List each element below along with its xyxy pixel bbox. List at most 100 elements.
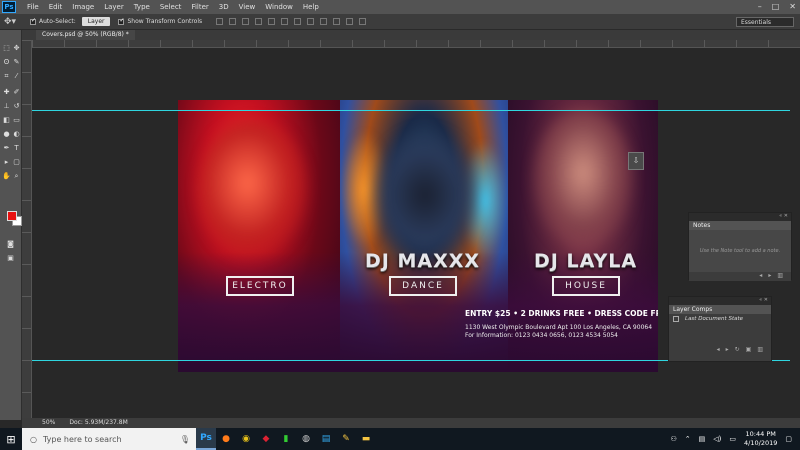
- start-button[interactable]: ⊞: [0, 428, 22, 450]
- firefox-icon[interactable]: ●: [216, 428, 236, 450]
- layer-comp-item[interactable]: Last Document State: [669, 314, 771, 324]
- file-explorer-icon[interactable]: ▬: [356, 428, 376, 450]
- dodge-tool-icon[interactable]: ◐: [12, 130, 21, 138]
- distribute-center-icon[interactable]: [346, 18, 354, 25]
- delete-note-icon[interactable]: ▥: [777, 272, 783, 281]
- notes-panel: « ✕ Notes Use the Note tool to add a not…: [688, 212, 792, 281]
- menu-filter[interactable]: Filter: [186, 3, 213, 11]
- comp-next-icon[interactable]: ▸: [726, 346, 729, 355]
- network-icon[interactable]: ▤: [699, 435, 706, 443]
- marquee-tool-icon[interactable]: ⬚: [2, 44, 11, 52]
- distribute-middle-icon[interactable]: [307, 18, 315, 25]
- prev-note-icon[interactable]: ◂: [759, 272, 762, 281]
- notes-panel-header[interactable]: « ✕: [689, 213, 791, 221]
- shape-tool-icon[interactable]: ▢: [12, 158, 21, 166]
- screen-mode-icon[interactable]: ▣: [6, 254, 15, 262]
- menu-image[interactable]: Image: [67, 3, 99, 11]
- panel-collapsed-icon[interactable]: ⇩: [628, 152, 644, 170]
- crop-tool-icon[interactable]: ⌗: [2, 72, 11, 80]
- people-icon[interactable]: ⚇: [671, 435, 677, 443]
- clone-stamp-icon[interactable]: ⊥: [2, 102, 11, 110]
- distribute-right-icon[interactable]: [359, 18, 367, 25]
- menu-type[interactable]: Type: [129, 3, 155, 11]
- guide-line-top[interactable]: [32, 110, 790, 111]
- align-right-icon[interactable]: [281, 18, 289, 25]
- distribute-left-icon[interactable]: [333, 18, 341, 25]
- eyedropper-tool-icon[interactable]: ⁄: [12, 72, 21, 80]
- genre-electro: ELECTRO: [226, 276, 294, 296]
- layer-comps-header[interactable]: « ✕: [669, 297, 771, 305]
- chrome-icon[interactable]: ◉: [236, 428, 256, 450]
- zoom-tool-icon[interactable]: ⌕: [12, 172, 21, 180]
- poster-canvas[interactable]: DJ MAXXX DJ LAYLA ELECTRO DANCE HOUSE EN…: [178, 100, 658, 372]
- healing-brush-icon[interactable]: ✚: [2, 88, 11, 96]
- menu-select[interactable]: Select: [155, 3, 187, 11]
- history-brush-icon[interactable]: ↺: [12, 102, 21, 110]
- align-left-icon[interactable]: [255, 18, 263, 25]
- document-tab-bar: Covers.psd @ 50% (RGB/8) *: [22, 30, 800, 40]
- align-center-icon[interactable]: [268, 18, 276, 25]
- menu-3d[interactable]: 3D: [214, 3, 234, 11]
- comp-prev-icon[interactable]: ◂: [717, 346, 720, 355]
- minimize-button[interactable]: –: [758, 2, 762, 11]
- move-tool-icon[interactable]: ✥▾: [4, 17, 22, 27]
- comp-update-icon[interactable]: ↻: [735, 346, 740, 355]
- menu-window[interactable]: Window: [260, 3, 298, 11]
- workspace-switcher[interactable]: Essentials: [736, 17, 794, 27]
- windows-taskbar: ⊞ ○ Type here to search 🎙 Ps ● ◉ ◆ ▮ ◍ ▤…: [0, 428, 800, 450]
- controller-icon[interactable]: ◍: [296, 428, 316, 450]
- quick-mask-icon[interactable]: ◙: [6, 240, 15, 248]
- menu-view[interactable]: View: [234, 3, 261, 11]
- pen-tool-icon[interactable]: ✒: [2, 144, 11, 152]
- type-tool-icon[interactable]: T: [12, 144, 21, 152]
- auto-select-checkbox[interactable]: [30, 17, 36, 25]
- close-button[interactable]: ✕: [789, 2, 796, 11]
- microphone-icon[interactable]: 🎙: [180, 435, 190, 444]
- distribute-bottom-icon[interactable]: [320, 18, 328, 25]
- photoshop-taskbar-icon[interactable]: Ps: [196, 428, 216, 450]
- comp-new-icon[interactable]: ▣: [746, 346, 752, 355]
- eraser-tool-icon[interactable]: ◧: [2, 116, 11, 124]
- menu-help[interactable]: Help: [298, 3, 324, 11]
- distribute-top-icon[interactable]: [294, 18, 302, 25]
- horizontal-ruler[interactable]: [32, 40, 800, 48]
- chevron-up-icon[interactable]: ⌃: [685, 435, 691, 443]
- menu-file[interactable]: File: [22, 3, 44, 11]
- notes-panel-tab[interactable]: Notes: [689, 221, 791, 230]
- foreground-color-swatch[interactable]: [7, 211, 17, 221]
- align-top-icon[interactable]: [216, 18, 224, 25]
- menu-layer[interactable]: Layer: [99, 3, 129, 11]
- comp-delete-icon[interactable]: ▥: [757, 346, 763, 355]
- paint-icon[interactable]: ✎: [336, 428, 356, 450]
- store-icon[interactable]: ▤: [316, 428, 336, 450]
- doc-size[interactable]: Doc: 5.93M/237.8M: [69, 418, 127, 428]
- battery-icon[interactable]: ▭: [729, 435, 736, 443]
- quick-select-tool-icon[interactable]: ✎: [12, 58, 21, 66]
- transform-controls-checkbox[interactable]: [118, 17, 125, 25]
- lasso-tool-icon[interactable]: ʘ: [2, 58, 11, 66]
- align-bottom-icon[interactable]: [242, 18, 250, 25]
- maximize-button[interactable]: □: [772, 2, 780, 11]
- notifications-icon[interactable]: ▢: [785, 435, 792, 443]
- document-tab[interactable]: Covers.psd @ 50% (RGB/8) *: [36, 30, 135, 40]
- stats-icon[interactable]: ▮: [276, 428, 296, 450]
- gradient-tool-icon[interactable]: ▭: [12, 116, 21, 124]
- vertical-ruler[interactable]: [22, 40, 32, 418]
- path-select-icon[interactable]: ▸: [2, 158, 11, 166]
- brush-tool-icon[interactable]: ✐: [12, 88, 21, 96]
- auto-select-dropdown[interactable]: Layer: [81, 17, 111, 26]
- app-k-icon[interactable]: ◆: [256, 428, 276, 450]
- volume-icon[interactable]: ◁): [713, 435, 721, 443]
- align-middle-icon[interactable]: [229, 18, 237, 25]
- menu-edit[interactable]: Edit: [44, 3, 68, 11]
- layer-comps-tab[interactable]: Layer Comps: [669, 305, 771, 314]
- layer-comp-label: Last Document State: [685, 316, 744, 322]
- taskbar-search[interactable]: ○ Type here to search 🎙: [22, 428, 196, 450]
- next-note-icon[interactable]: ▸: [768, 272, 771, 281]
- hand-tool-icon[interactable]: ✋: [2, 172, 11, 180]
- zoom-level[interactable]: 50%: [42, 418, 55, 428]
- tools-panel: ⬚ ✥ ʘ ✎ ⌗ ⁄ ✚ ✐ ⊥ ↺ ◧ ▭ ● ◐ ✒ T ▸ ▢ ✋ ⌕ …: [0, 30, 22, 420]
- move-tool-icon[interactable]: ✥: [12, 44, 21, 52]
- clock[interactable]: 10:44 PM 4/10/2019: [744, 430, 777, 448]
- blur-tool-icon[interactable]: ●: [2, 130, 11, 138]
